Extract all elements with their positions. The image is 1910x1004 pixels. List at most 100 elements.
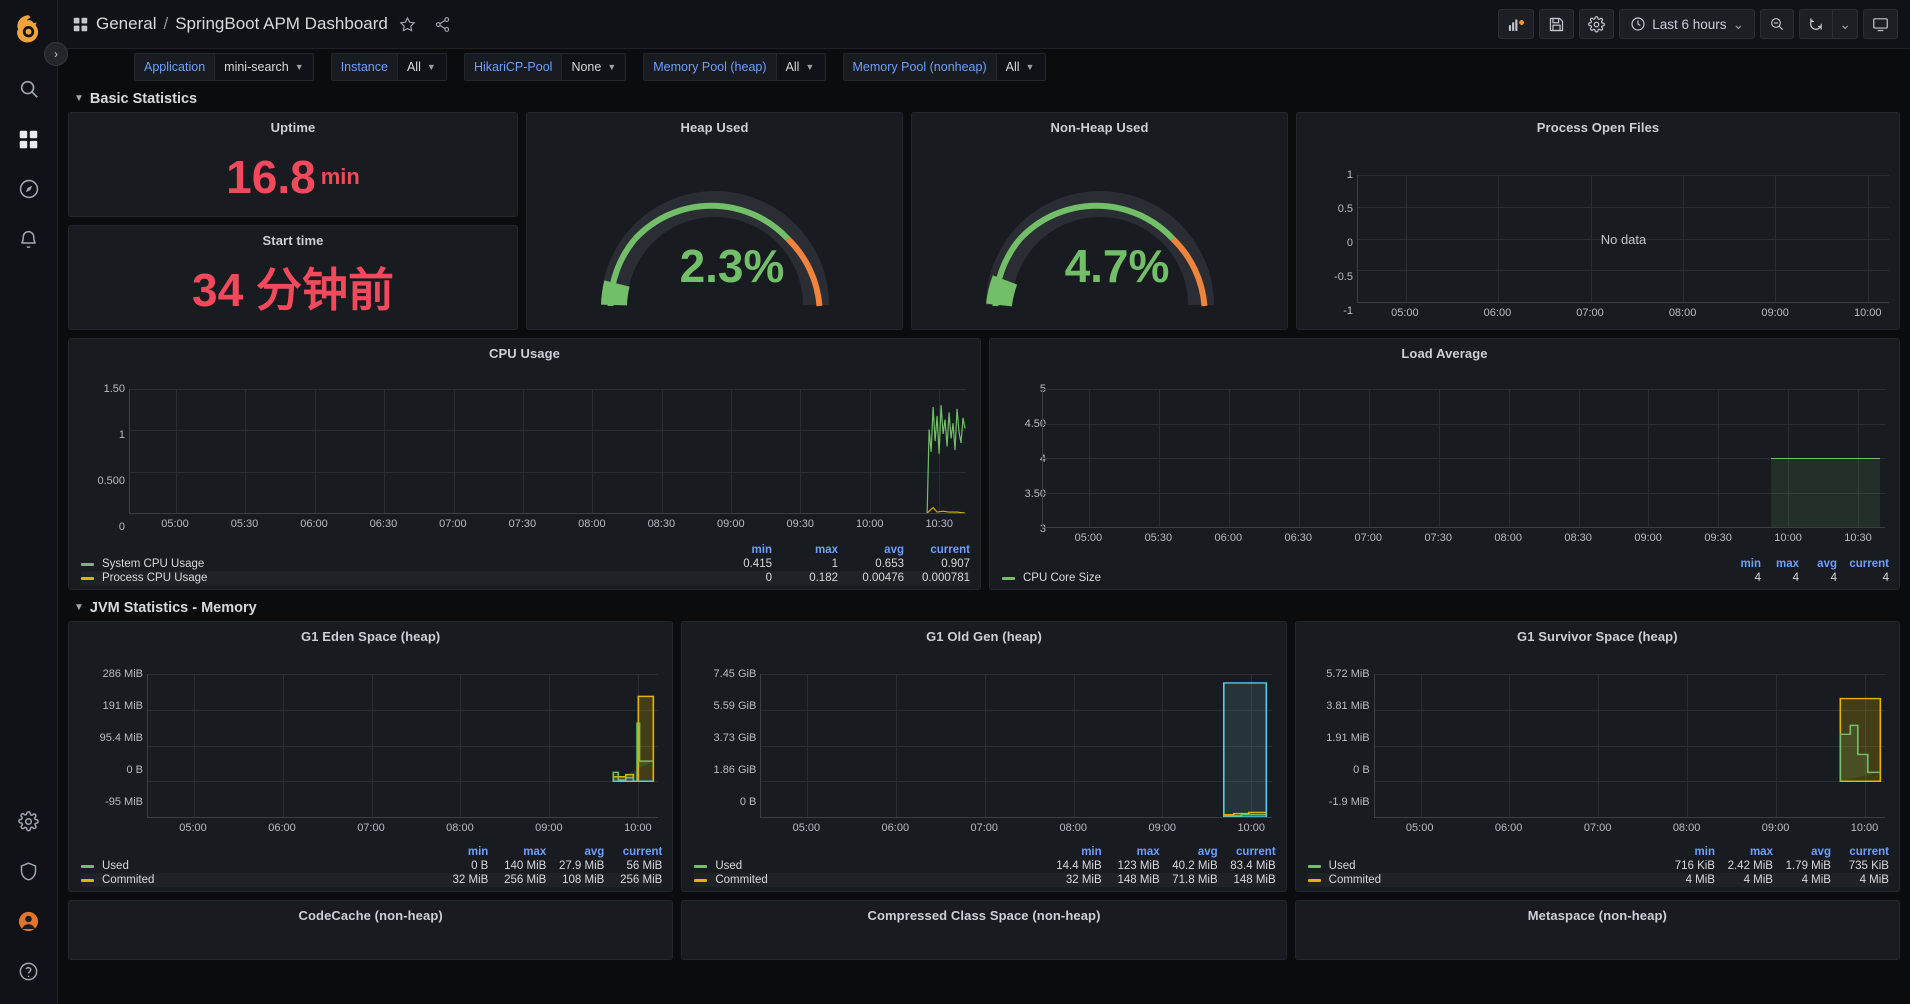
legend-row[interactable]: Commited 32 MiB 148 MiB 71.8 MiB 148 MiB [694, 873, 1276, 887]
sidebar-item-alerting[interactable] [7, 216, 51, 262]
variable-hikaricp-pool: HikariCP-Pool None ▼ [463, 53, 627, 81]
panel-cpu-usage[interactable]: CPU Usage 1.50 1 0.500 0 05:00 05:30 06:… [68, 338, 981, 590]
y-tick: -95 MiB [105, 796, 143, 808]
page-title[interactable]: SpringBoot APM Dashboard [175, 14, 388, 34]
variable-value-dropdown[interactable]: All ▼ [775, 53, 826, 81]
process-cpu-usage-line [926, 506, 966, 513]
chevron-down-icon: ▼ [1025, 62, 1035, 72]
legend-series-name-container: System CPU Usage [81, 558, 706, 570]
variable-label: Instance [330, 53, 397, 81]
legend-avg: 40.2 MiB [1172, 860, 1218, 872]
save-dashboard-button[interactable] [1539, 9, 1575, 39]
sidebar-item-server-admin[interactable] [7, 848, 51, 894]
panel-title: Uptime [270, 120, 316, 135]
legend-row[interactable]: Commited 32 MiB 256 MiB 108 MiB 256 MiB [81, 873, 663, 887]
legend-header-max: max [814, 544, 838, 556]
legend-row[interactable]: System CPU Usage 0.415 1 0.653 0.907 [81, 557, 970, 571]
panel-title: CodeCache (non-heap) [298, 908, 443, 923]
sidebar-item-explore[interactable] [7, 166, 51, 212]
legend-row[interactable]: Used 716 KiB 2.42 MiB 1.79 MiB 735 KiB [1307, 859, 1889, 873]
graph-area: 7.45 GiB 5.59 GiB 3.73 GiB 1.86 GiB 0 B [682, 646, 1285, 846]
legend-min: 0 [765, 572, 772, 584]
panel-nonheap-used[interactable]: Non-Heap Used 4.7% [911, 112, 1288, 330]
panel-g1-eden-space[interactable]: G1 Eden Space (heap) 286 MiB 191 MiB 95.… [68, 621, 674, 892]
add-panel-button[interactable] [1498, 9, 1535, 39]
variable-value-dropdown[interactable]: None ▼ [561, 53, 627, 81]
panel-heap-used[interactable]: Heap Used 2.3% [526, 112, 903, 330]
legend-header-avg: avg [1817, 558, 1837, 570]
x-tick: 07:00 [1354, 532, 1382, 544]
kiosk-mode-button[interactable] [1863, 9, 1898, 39]
legend-header-row: min max avg current [694, 846, 1275, 859]
panel-title: Metaspace (non-heap) [1527, 908, 1667, 923]
legend-max: 256 MiB [504, 874, 547, 886]
y-tick: 0 B [1353, 764, 1370, 776]
y-tick: 95.4 MiB [99, 732, 143, 744]
legend-row[interactable]: Used 0 B 140 MiB 27.9 MiB 56 MiB [81, 859, 662, 873]
legend-header-row: min max avg current [1002, 558, 1889, 571]
variable-memory-pool-nonheap: Memory Pool (nonheap) All ▼ [842, 53, 1046, 81]
panel-g1-survivor-space[interactable]: G1 Survivor Space (heap) 5.72 MiB 3.81 M… [1294, 621, 1900, 892]
variable-value-dropdown[interactable]: mini-search ▼ [214, 53, 314, 81]
x-tick: 07:00 [970, 822, 999, 834]
plot-area [129, 389, 966, 514]
chevron-down-icon: ▼ [805, 62, 815, 72]
legend-max: 140 MiB [504, 860, 547, 872]
sidebar-item-profile[interactable] [7, 898, 51, 944]
legend-header-row: min max avg current [81, 846, 662, 859]
uptime-unit: min [320, 163, 360, 189]
sidebar-item-dashboards[interactable] [7, 116, 51, 162]
refresh-interval-dropdown[interactable]: ⌄ [1832, 9, 1858, 39]
panel-codecache[interactable]: CodeCache (non-heap) [68, 900, 674, 960]
x-tick: 09:00 [535, 822, 563, 834]
legend-series-name: Commited [102, 874, 155, 886]
legend-row[interactable]: Process CPU Usage 0 0.182 0.00476 0.0007… [81, 571, 970, 585]
x-tick: 07:00 [1576, 307, 1604, 319]
gauge-container: 4.7% [912, 137, 1287, 329]
x-tick: 08:00 [1059, 822, 1088, 834]
star-icon[interactable] [399, 16, 416, 33]
panel-start-time[interactable]: Start time 34 分钟前 [68, 225, 518, 330]
dashboard-settings-button[interactable] [1579, 9, 1615, 39]
panel-metaspace[interactable]: Metaspace (non-heap) [1294, 900, 1900, 960]
row-header-jvm-statistics-memory[interactable]: ▼ JVM Statistics - Memory [68, 594, 1900, 621]
panel-process-open-files[interactable]: Process Open Files 1 0.5 0 -0.5 -1 No da… [1296, 112, 1900, 330]
row-title: Basic Statistics [89, 90, 198, 107]
g1-old-gen-series [1223, 682, 1268, 817]
panel-uptime[interactable]: Uptime 16.8 min [68, 112, 518, 217]
refresh-dashboard-button[interactable] [1799, 9, 1833, 39]
row-header-basic-statistics[interactable]: ▼ Basic Statistics [68, 85, 1900, 112]
time-range-label: Last 6 hours [1652, 16, 1727, 32]
panel-load-average[interactable]: Load Average 5 4.50 4 3.50 3 [989, 338, 1900, 590]
cpu-usage-series [926, 405, 966, 513]
system-cpu-usage-line [926, 405, 966, 513]
panel-compressed-class-space[interactable]: Compressed Class Space (non-heap) [681, 900, 1287, 960]
x-axis: 05:00 06:00 07:00 08:00 09:00 10:00 [1374, 822, 1885, 838]
sidebar-item-help[interactable] [7, 948, 51, 994]
variable-value-dropdown[interactable]: All ▼ [396, 53, 447, 81]
x-tick: 06:00 [1214, 532, 1243, 544]
legend-row[interactable]: CPU Core Size 4 4 4 4 [1002, 571, 1889, 585]
sidebar-expand-button[interactable]: › [44, 42, 68, 66]
legend-row[interactable]: Used 14.4 MiB 123 MiB 40.2 MiB 83.4 MiB [694, 859, 1276, 873]
share-icon[interactable] [434, 16, 451, 33]
zoom-out-time-button[interactable] [1760, 9, 1795, 39]
variable-value-dropdown[interactable]: All ▼ [995, 53, 1046, 81]
y-tick: 1.86 GiB [713, 764, 757, 776]
sidebar-item-search[interactable] [7, 66, 51, 112]
legend-header-row: min max avg current [1308, 846, 1889, 859]
y-tick: -1 [1343, 305, 1353, 317]
variable-label: Application [134, 53, 215, 81]
panel-g1-old-gen[interactable]: G1 Old Gen (heap) 7.45 GiB 5.59 GiB 3.73… [681, 621, 1287, 892]
x-tick: 07:00 [439, 518, 467, 530]
g1-eden-series [612, 695, 655, 782]
cpu-core-size-area [1771, 458, 1880, 527]
grafana-logo-icon[interactable] [7, 8, 51, 52]
legend-row[interactable]: Commited 4 MiB 4 MiB 4 MiB 4 MiB [1307, 873, 1889, 887]
legend-current: 4 MiB [1859, 874, 1889, 886]
chevron-down-icon: ⌄ [1839, 16, 1851, 32]
time-range-picker[interactable]: Last 6 hours ⌄ [1619, 9, 1756, 39]
nav-sidebar: › [0, 0, 68, 1004]
breadcrumb-folder[interactable]: General [96, 14, 156, 34]
sidebar-item-configuration[interactable] [7, 798, 51, 844]
